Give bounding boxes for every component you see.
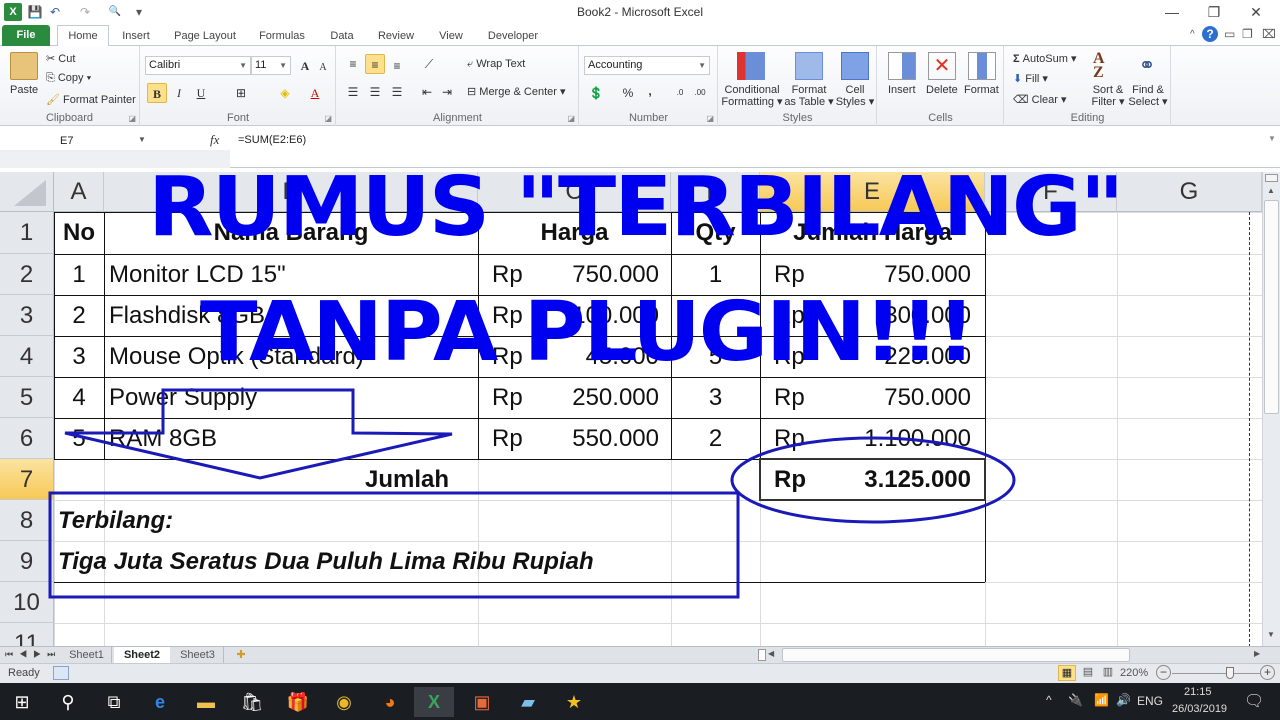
terbilang-box-annotation <box>48 491 740 599</box>
down-arrow-annotation <box>64 388 453 480</box>
title-overlay-line1: RUMUS "TERBILANG" <box>148 160 1124 255</box>
title-overlay-line2: TANPA PLUGIN!!! <box>200 285 975 380</box>
total-circle-annotation <box>730 436 1016 524</box>
